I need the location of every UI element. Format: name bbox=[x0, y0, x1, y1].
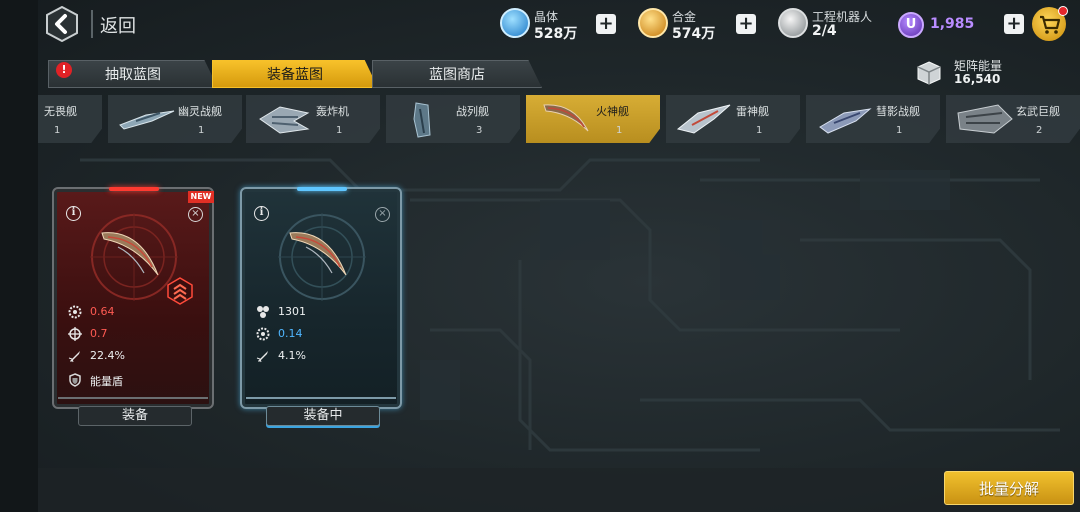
ship-category-phantom[interactable]: 幽灵战舰 1 bbox=[108, 95, 242, 143]
add-premium-button[interactable]: + bbox=[1004, 14, 1024, 34]
stat-value: 0.64 bbox=[90, 305, 115, 318]
ship-category-bomber[interactable]: 轰炸机 1 bbox=[246, 95, 380, 143]
resource-value: 2/4 bbox=[812, 23, 837, 39]
new-badge: NEW bbox=[188, 191, 214, 203]
premium-currency-icon: U bbox=[898, 12, 924, 38]
divider bbox=[91, 10, 93, 38]
tab-label: 装备蓝图 bbox=[267, 67, 323, 83]
phantom-ship-icon bbox=[119, 110, 175, 130]
ship-name: 玄武巨舰 bbox=[1016, 105, 1060, 118]
stat-value: 1301 bbox=[278, 305, 306, 318]
xuanwu-ship-icon bbox=[957, 104, 1013, 134]
cluster-icon bbox=[257, 306, 269, 318]
add-alloy-button[interactable]: + bbox=[736, 14, 756, 34]
ship-count: 1 bbox=[756, 125, 763, 136]
rank-chevron-icon bbox=[167, 277, 193, 305]
notification-dot bbox=[1058, 6, 1068, 16]
ship-count: 1 bbox=[616, 125, 623, 136]
resource-value: 574万 bbox=[672, 26, 716, 42]
ship-count: 1 bbox=[336, 125, 343, 136]
tab-blueprint-shop[interactable]: 蓝图商店 bbox=[372, 60, 542, 88]
shield-icon bbox=[69, 373, 81, 387]
tab-equip-blueprint[interactable]: 装备蓝图 bbox=[212, 60, 378, 88]
stat-value: 能量盾 bbox=[90, 375, 123, 388]
stat-value: 22.4% bbox=[90, 349, 125, 362]
ship-name: 雷神舰 bbox=[736, 105, 769, 118]
matrix-energy-value: 16,540 bbox=[954, 72, 1001, 86]
info-icon[interactable]: i bbox=[66, 206, 81, 221]
info-icon[interactable]: i bbox=[254, 206, 269, 221]
ship-name: 轰炸机 bbox=[316, 105, 349, 118]
card-glow bbox=[297, 187, 347, 191]
tab-label: 蓝图商店 bbox=[429, 67, 485, 83]
blueprint-card-new[interactable]: NEW i × 0.64 0.7 22.4% 能量盾 装备 bbox=[52, 187, 214, 426]
add-crystal-button[interactable]: + bbox=[596, 14, 616, 34]
battleship-icon bbox=[413, 102, 431, 138]
gear-icon bbox=[256, 327, 270, 341]
ship-count: 3 bbox=[476, 125, 483, 136]
robot-icon bbox=[778, 8, 808, 38]
back-label[interactable]: 返回 bbox=[100, 12, 136, 38]
back-arrow-icon bbox=[46, 5, 78, 43]
tab-draw-blueprint[interactable]: 抽取蓝图 bbox=[48, 60, 218, 88]
ship-count: 1 bbox=[198, 125, 205, 136]
stat-value: 0.14 bbox=[278, 327, 303, 340]
matrix-energy: 矩阵能量 16,540 bbox=[916, 58, 1066, 88]
alert-icon: ! bbox=[56, 62, 72, 78]
missile-icon bbox=[68, 351, 80, 363]
ship-name: 彗影战舰 bbox=[876, 105, 920, 118]
card-rail bbox=[246, 397, 396, 405]
ship-name: 战列舰 bbox=[456, 105, 489, 118]
resource-robot: 工程机器人 2/4 bbox=[778, 6, 888, 44]
resource-value: 528万 bbox=[534, 26, 578, 42]
close-icon[interactable]: × bbox=[375, 207, 390, 222]
back-button[interactable] bbox=[44, 5, 80, 43]
equipped-button[interactable]: 装备中 bbox=[266, 406, 380, 426]
missile-icon bbox=[256, 351, 268, 363]
vulcan-ship-icon bbox=[543, 104, 589, 132]
stat-value: 4.1% bbox=[278, 349, 306, 362]
alloy-icon bbox=[638, 8, 668, 38]
equip-button[interactable]: 装备 bbox=[78, 406, 192, 426]
card-rail bbox=[58, 397, 208, 405]
ship-category-comet[interactable]: 彗影战舰 1 bbox=[806, 95, 940, 143]
left-edge-strip bbox=[0, 0, 38, 512]
bomber-ship-icon bbox=[259, 106, 310, 134]
ship-count: 1 bbox=[54, 125, 61, 136]
blueprint-tabs: 抽取蓝图 ! 装备蓝图 蓝图商店 矩阵能量 16,540 bbox=[38, 58, 1080, 88]
ship-category-dreadnought[interactable]: 无畏舰 1 bbox=[38, 95, 102, 143]
ship-name: 无畏舰 bbox=[44, 105, 77, 118]
tab-label: 抽取蓝图 bbox=[105, 67, 161, 83]
premium-currency-value: 1,985 bbox=[930, 16, 975, 32]
ship-category-battleship[interactable]: 战列舰 3 bbox=[386, 95, 520, 143]
ship-count: 2 bbox=[1036, 125, 1043, 136]
stat-value: 0.7 bbox=[90, 327, 108, 340]
vulcan-blueprint-emblem bbox=[278, 213, 366, 301]
batch-dismantle-button[interactable]: 批量分解 bbox=[944, 471, 1074, 505]
ship-name: 幽灵战舰 bbox=[178, 105, 222, 118]
resource-alloy: 合金 574万 bbox=[638, 6, 718, 44]
thor-ship-icon bbox=[676, 104, 731, 134]
ship-name: 火神舰 bbox=[596, 105, 629, 118]
blueprint-card-equipped[interactable]: i × 1301 0.14 4.1% 装备中 bbox=[240, 187, 402, 426]
ship-category-strip: 无畏舰 1 幽灵战舰 1 轰炸机 1 战列舰 3 火神舰 1 雷神舰 1 彗影战… bbox=[38, 93, 1080, 145]
ship-count: 1 bbox=[896, 125, 903, 136]
resource-crystal: 晶体 528万 bbox=[500, 6, 580, 44]
ship-category-thor[interactable]: 雷神舰 1 bbox=[666, 95, 800, 143]
gear-icon bbox=[68, 305, 82, 319]
top-bar: 返回 晶体 528万 + 合金 574万 + 工程机器人 2/4 U 1,985… bbox=[38, 0, 1080, 50]
close-icon[interactable]: × bbox=[188, 207, 203, 222]
ship-category-xuanwu[interactable]: 玄武巨舰 2 bbox=[946, 95, 1080, 143]
comet-ship-icon bbox=[819, 108, 872, 134]
ship-category-vulcan[interactable]: 火神舰 1 bbox=[526, 95, 660, 143]
bottom-bar bbox=[38, 468, 1080, 512]
card-glow bbox=[109, 187, 159, 191]
crystal-icon bbox=[500, 8, 530, 38]
crosshair-icon bbox=[68, 327, 82, 341]
cube-icon bbox=[917, 61, 941, 85]
